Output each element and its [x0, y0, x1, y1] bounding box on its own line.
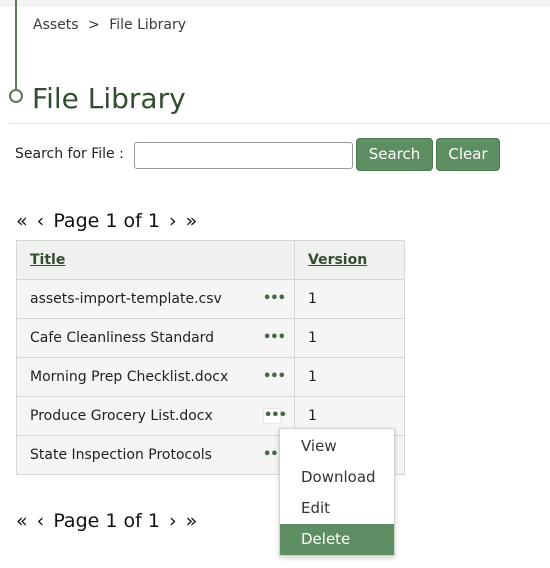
breadcrumb-assets-link[interactable]: Assets	[33, 17, 79, 33]
search-button[interactable]: Search	[356, 138, 433, 171]
file-title[interactable]: Produce Grocery List.docx	[30, 408, 213, 424]
version-column-header[interactable]: Version	[294, 240, 405, 280]
pagination-top: « ‹ Page 1 of 1 › »	[16, 210, 200, 232]
title-divider	[9, 123, 550, 124]
file-title[interactable]: Cafe Cleanliness Standard	[30, 330, 214, 346]
table-row: assets-import-template.csv ••• 1	[16, 279, 405, 319]
more-actions-icon[interactable]: •••	[263, 292, 286, 306]
last-page-icon[interactable]: »	[186, 210, 198, 232]
file-library-page: Assets > File Library File Library Searc…	[0, 0, 550, 568]
menu-item-download[interactable]: Download	[280, 462, 394, 493]
file-title[interactable]: assets-import-template.csv	[30, 291, 222, 307]
more-actions-icon[interactable]: •••	[263, 370, 286, 384]
breadcrumb-separator: >	[88, 17, 100, 33]
menu-item-delete[interactable]: Delete	[280, 524, 394, 555]
prev-page-icon[interactable]: ‹	[37, 510, 45, 532]
prev-page-icon[interactable]: ‹	[37, 210, 45, 232]
version-cell: 1	[294, 318, 405, 358]
top-bar	[0, 0, 550, 7]
title-cell: Produce Grocery List.docx •••	[16, 396, 295, 436]
breadcrumb: Assets > File Library	[33, 17, 191, 33]
version-cell: 1	[294, 357, 405, 397]
last-page-icon[interactable]: »	[186, 510, 198, 532]
page-indicator: Page 1 of 1	[53, 210, 160, 232]
version-cell: 1	[294, 279, 405, 319]
page-indicator: Page 1 of 1	[53, 510, 160, 532]
file-actions-menu: View Download Edit Delete	[279, 428, 395, 556]
page-title: File Library	[32, 82, 186, 115]
table-row: Morning Prep Checklist.docx ••• 1	[16, 357, 405, 397]
title-cell: Cafe Cleanliness Standard •••	[16, 318, 295, 358]
header-rule	[15, 0, 17, 89]
menu-item-view[interactable]: View	[280, 431, 394, 462]
breadcrumb-current: File Library	[109, 17, 187, 33]
next-page-icon[interactable]: ›	[169, 510, 177, 532]
first-page-icon[interactable]: «	[16, 510, 28, 532]
file-title[interactable]: Morning Prep Checklist.docx	[30, 369, 228, 385]
table-row: Cafe Cleanliness Standard ••• 1	[16, 318, 405, 358]
table-header-row: Title Version	[16, 240, 405, 280]
title-cell: assets-import-template.csv •••	[16, 279, 295, 319]
menu-item-edit[interactable]: Edit	[280, 493, 394, 524]
header-rule-node	[9, 89, 23, 103]
more-actions-icon[interactable]: •••	[263, 408, 287, 424]
title-cell: State Inspection Protocols •••	[16, 435, 295, 475]
first-page-icon[interactable]: «	[16, 210, 28, 232]
search-label: Search for File :	[15, 146, 124, 162]
search-input[interactable]	[134, 142, 353, 169]
title-column-header[interactable]: Title	[16, 240, 295, 280]
more-actions-icon[interactable]: •••	[263, 331, 286, 345]
title-cell: Morning Prep Checklist.docx •••	[16, 357, 295, 397]
file-title[interactable]: State Inspection Protocols	[30, 447, 212, 463]
pagination-bottom: « ‹ Page 1 of 1 › »	[16, 510, 200, 532]
clear-button[interactable]: Clear	[436, 138, 500, 171]
next-page-icon[interactable]: ›	[169, 210, 177, 232]
